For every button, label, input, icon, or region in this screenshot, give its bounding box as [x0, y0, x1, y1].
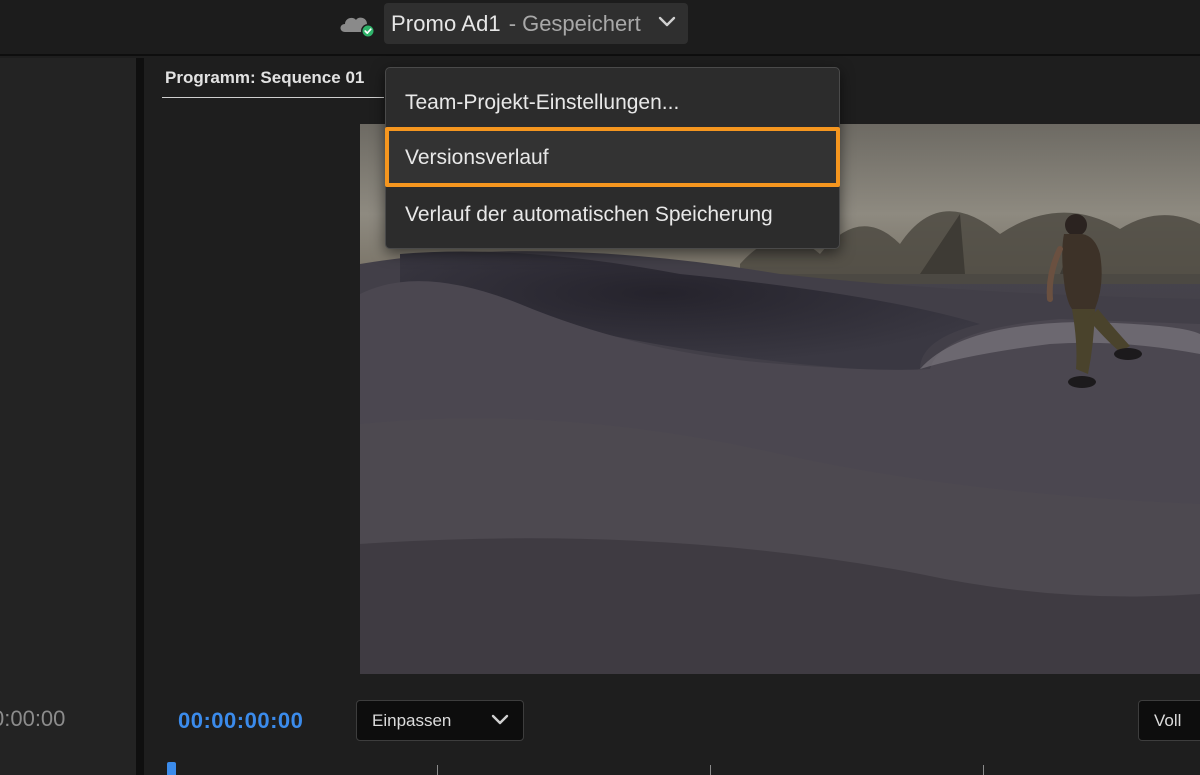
title-separator: -: [508, 10, 517, 36]
chevron-down-icon: [658, 16, 676, 27]
playhead[interactable]: [167, 762, 176, 775]
menu-item-team-project-settings[interactable]: Team-Projekt-Einstellungen...: [386, 75, 839, 131]
current-timecode[interactable]: 00:00:00:00: [178, 708, 303, 734]
source-timecode: 0:00:00: [0, 706, 66, 731]
tab-program-monitor[interactable]: Programm: Sequence 01: [165, 68, 364, 88]
ruler-tick: [710, 765, 711, 775]
ruler-tick: [983, 765, 984, 775]
time-ruler[interactable]: [144, 760, 1200, 775]
panel-divider[interactable]: [136, 58, 144, 775]
top-bar: Promo Ad1 - Gespeichert: [0, 0, 1200, 56]
project-name: Promo Ad1: [391, 10, 501, 36]
playback-resolution-value: Voll: [1154, 710, 1182, 730]
ruler-tick: [437, 765, 438, 775]
source-panel: [0, 58, 136, 775]
project-title-button[interactable]: Promo Ad1 - Gespeichert: [384, 3, 688, 44]
project-menu: Team-Projekt-Einstellungen... Versionsve…: [385, 67, 840, 249]
menu-item-version-history[interactable]: Versionsverlauf: [386, 130, 839, 186]
menu-item-auto-save-history[interactable]: Verlauf der automatischen Speicherung: [386, 187, 839, 243]
zoom-level-value: Einpassen: [372, 710, 452, 730]
tab-underline: [162, 97, 384, 98]
zoom-level-select[interactable]: Einpassen: [356, 700, 524, 741]
chevron-down-icon: [491, 714, 509, 725]
cloud-check-icon[interactable]: [337, 10, 377, 40]
save-status: Gespeichert: [522, 10, 641, 36]
playback-resolution-select[interactable]: Voll: [1138, 700, 1200, 741]
